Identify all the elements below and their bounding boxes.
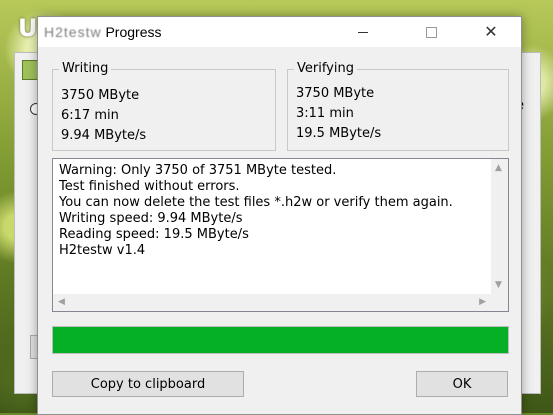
window-title: H2testw Progress bbox=[44, 24, 162, 40]
copy-to-clipboard-button[interactable]: Copy to clipboard bbox=[52, 371, 244, 397]
window-title-text: Progress bbox=[105, 24, 162, 40]
progress-bar bbox=[52, 326, 509, 354]
verifying-speed: 19.5 MByte/s bbox=[296, 126, 382, 141]
scroll-left-icon[interactable]: ◀ bbox=[58, 297, 65, 307]
scroll-down-icon[interactable]: ▼ bbox=[495, 280, 502, 290]
window-title-obscured: H2testw bbox=[44, 24, 102, 40]
writing-group: Writing 3750 MByte 6:17 min 9.94 MByte/s bbox=[52, 61, 276, 151]
result-log[interactable]: Warning: Only 3750 of 3751 MByte tested.… bbox=[52, 158, 509, 312]
close-button[interactable]: ✕ bbox=[468, 17, 514, 47]
progress-fill bbox=[53, 327, 508, 353]
verifying-size: 3750 MByte bbox=[296, 86, 375, 101]
log-line: H2testw v1.4 bbox=[59, 243, 146, 258]
writing-speed: 9.94 MByte/s bbox=[61, 128, 147, 143]
scroll-right-icon[interactable]: ▶ bbox=[479, 297, 486, 307]
log-line: Writing speed: 9.94 MByte/s bbox=[59, 211, 243, 226]
progress-dialog: H2testw Progress ✕ Writing 3750 MByte 6:… bbox=[37, 16, 522, 415]
background-app-title: U bbox=[18, 14, 38, 42]
minimize-icon bbox=[358, 31, 368, 33]
title-bar[interactable]: H2testw Progress ✕ bbox=[38, 17, 521, 47]
log-line: Reading speed: 19.5 MByte/s bbox=[59, 227, 249, 242]
scroll-up-icon[interactable]: ▲ bbox=[495, 163, 502, 173]
minimize-button[interactable] bbox=[340, 17, 386, 47]
horizontal-scrollbar[interactable]: ◀ ▶ bbox=[53, 294, 491, 311]
verifying-group-label: Verifying bbox=[294, 61, 357, 76]
ok-button[interactable]: OK bbox=[416, 371, 508, 397]
maximize-icon bbox=[425, 26, 437, 38]
close-icon: ✕ bbox=[484, 22, 498, 41]
maximize-button[interactable] bbox=[408, 17, 454, 47]
log-line: Test finished without errors. bbox=[59, 179, 240, 194]
scrollbar-corner bbox=[491, 294, 508, 311]
writing-size: 3750 MByte bbox=[61, 88, 140, 103]
log-line: Warning: Only 3750 of 3751 MByte tested. bbox=[59, 163, 337, 178]
background-app-icon bbox=[22, 60, 38, 80]
verifying-time: 3:11 min bbox=[296, 106, 354, 121]
vertical-scrollbar[interactable]: ▲ ▼ bbox=[491, 159, 508, 294]
writing-group-label: Writing bbox=[59, 61, 112, 76]
log-line: You can now delete the test files *.h2w … bbox=[59, 195, 453, 210]
verifying-group: Verifying 3750 MByte 3:11 min 19.5 MByte… bbox=[287, 61, 509, 151]
writing-time: 6:17 min bbox=[61, 108, 119, 123]
